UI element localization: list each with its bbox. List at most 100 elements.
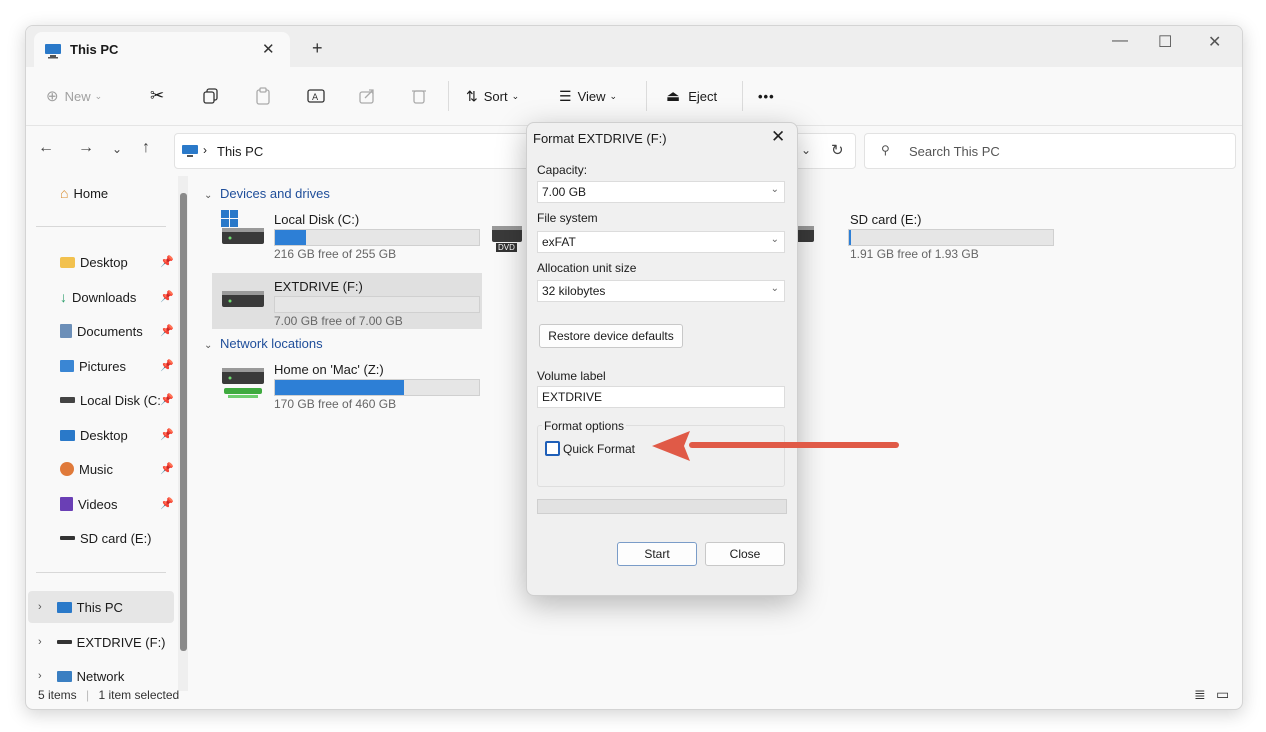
filesystem-value: exFAT <box>542 235 576 249</box>
close-button[interactable]: Close <box>705 542 785 566</box>
sidebar-item-pictures[interactable]: Pictures <box>60 355 126 377</box>
sidebar-item-home[interactable]: ⌂ Home <box>60 182 108 204</box>
forward-arrow-icon[interactable]: → <box>78 139 94 157</box>
breadcrumb-chevron-icon: › <box>203 143 207 157</box>
drive-usage-bar <box>274 379 480 396</box>
filesystem-select[interactable]: exFAT ⌄ <box>537 231 785 253</box>
address-dropdown-icon[interactable]: ⌄ <box>801 143 811 157</box>
pin-icon[interactable]: 📌 <box>160 462 174 475</box>
new-button[interactable]: ⊕ New ⌄ <box>46 85 102 107</box>
video-icon <box>60 497 73 511</box>
sidebar-item-documents[interactable]: Documents <box>60 320 143 342</box>
paste-button[interactable] <box>254 85 272 107</box>
drive-name: Home on 'Mac' (Z:) <box>274 362 384 377</box>
selection-count: 1 item selected <box>98 688 180 702</box>
chevron-down-icon: ⌄ <box>770 184 779 195</box>
title-bar: This PC ✕ + — ☐ ✕ <box>26 26 1242 67</box>
drive-tile-c[interactable]: Local Disk (C:) 216 GB free of 255 GB <box>218 210 488 262</box>
tree-item-this-pc[interactable]: › This PC <box>38 596 123 618</box>
restore-defaults-button[interactable]: Restore device defaults <box>539 324 683 348</box>
sidebar-item-videos[interactable]: Videos <box>60 493 118 515</box>
sidebar-divider <box>36 572 166 573</box>
pin-icon[interactable]: 📌 <box>160 255 174 268</box>
pin-icon[interactable]: 📌 <box>160 324 174 337</box>
alloc-unit-select[interactable]: 32 kilobytes ⌄ <box>537 280 785 302</box>
sidebar-item-local-disk[interactable]: Local Disk (C: <box>60 389 161 411</box>
tree-item-extdrive[interactable]: › EXTDRIVE (F:) <box>38 631 166 653</box>
sidebar-item-desktop-2[interactable]: Desktop <box>60 424 128 446</box>
desktop-icon <box>60 429 75 441</box>
tab-this-pc[interactable]: This PC ✕ <box>34 32 290 67</box>
cut-button[interactable]: ✂ <box>150 85 164 107</box>
group-header-network[interactable]: ⌄ Network locations <box>204 336 323 351</box>
share-icon <box>359 89 374 104</box>
close-window-icon[interactable]: ✕ <box>1208 32 1221 52</box>
copy-button[interactable] <box>202 85 220 107</box>
sidebar-scroll-thumb[interactable] <box>180 193 187 651</box>
pin-icon[interactable]: 📌 <box>160 359 174 372</box>
recent-chevron-icon[interactable]: ⌄ <box>112 142 122 156</box>
drive-free-space: 216 GB free of 255 GB <box>274 247 397 261</box>
chevron-down-icon: ⌄ <box>770 234 779 245</box>
capacity-select[interactable]: 7.00 GB ⌄ <box>537 181 785 203</box>
alloc-unit-label: Allocation unit size <box>537 261 637 275</box>
new-tab-icon[interactable]: + <box>312 38 323 59</box>
sidebar-item-label: Local Disk (C: <box>80 392 161 408</box>
sort-icon: ⇅ <box>466 87 478 104</box>
filesystem-label: File system <box>537 211 598 225</box>
sidebar-item-label: Desktop <box>80 254 128 270</box>
search-box[interactable]: ⚲ Search This PC <box>864 133 1236 169</box>
view-button[interactable]: ☰ View ⌄ <box>559 85 617 107</box>
tree-item-network[interactable]: › Network <box>38 665 124 687</box>
group-header-devices[interactable]: ⌄ Devices and drives <box>204 186 330 201</box>
alloc-unit-value: 32 kilobytes <box>542 284 606 298</box>
quick-format-option[interactable]: Quick Format <box>545 441 635 456</box>
tree-item-label: EXTDRIVE (F:) <box>76 634 166 650</box>
this-pc-icon <box>56 601 72 613</box>
sidebar-item-sd-card[interactable]: SD card (E:) <box>60 527 152 549</box>
eject-label: Eject <box>688 88 718 104</box>
chevron-down-icon: ⌄ <box>204 340 213 351</box>
sort-button[interactable]: ⇅ Sort ⌄ <box>466 85 519 107</box>
folder-icon <box>60 256 75 268</box>
volume-label-input[interactable]: EXTDRIVE <box>537 386 785 408</box>
volume-label-value: EXTDRIVE <box>542 390 603 404</box>
quick-format-checkbox[interactable] <box>545 441 560 456</box>
pin-icon[interactable]: 📌 <box>160 290 174 303</box>
drive-tile-f-selected[interactable]: EXTDRIVE (F:) 7.00 GB free of 7.00 GB <box>212 273 482 329</box>
drive-usage-bar <box>274 229 480 246</box>
pin-icon[interactable]: 📌 <box>160 393 174 406</box>
details-view-icon[interactable]: ≣ <box>1194 686 1206 703</box>
chevron-right-icon: › <box>38 670 42 682</box>
tree-item-label: Network <box>76 668 125 684</box>
minimize-icon[interactable]: — <box>1112 32 1128 50</box>
maximize-icon[interactable]: ☐ <box>1158 32 1172 52</box>
view-icon: ☰ <box>559 87 572 104</box>
toolbar-divider <box>646 81 647 111</box>
sidebar-item-desktop[interactable]: Desktop <box>60 251 128 273</box>
pin-icon[interactable]: 📌 <box>160 497 174 510</box>
up-arrow-icon[interactable]: ↑ <box>142 139 150 157</box>
new-label: New <box>64 88 91 104</box>
rename-icon: A <box>307 89 325 103</box>
eject-button[interactable]: ⏏ Eject <box>666 85 717 107</box>
refresh-icon[interactable]: ↻ <box>831 141 844 159</box>
back-arrow-icon[interactable]: ← <box>38 139 54 157</box>
drive-tile-z[interactable]: Home on 'Mac' (Z:) 170 GB free of 460 GB <box>218 362 488 412</box>
tab-close-icon[interactable]: ✕ <box>262 40 275 58</box>
delete-button[interactable] <box>410 85 428 107</box>
rename-button[interactable]: A <box>306 85 326 107</box>
sidebar-item-music[interactable]: Music <box>60 458 113 480</box>
start-button[interactable]: Start <box>617 542 697 566</box>
more-options-button[interactable]: ••• <box>758 85 775 107</box>
drive-tile-e[interactable]: SD card (E:) 1.91 GB free of 1.93 GB <box>766 212 1066 262</box>
pin-icon[interactable]: 📌 <box>160 428 174 441</box>
toolbar-divider <box>448 81 449 111</box>
tiles-view-icon[interactable]: ▭ <box>1216 686 1229 703</box>
dialog-close-icon[interactable]: ✕ <box>771 127 785 147</box>
share-button[interactable] <box>358 85 376 107</box>
search-input[interactable]: Search This PC <box>909 144 1000 159</box>
network-icon <box>56 670 72 682</box>
scissors-icon: ✂ <box>150 86 165 105</box>
sidebar-item-downloads[interactable]: ↓ Downloads <box>60 286 136 308</box>
